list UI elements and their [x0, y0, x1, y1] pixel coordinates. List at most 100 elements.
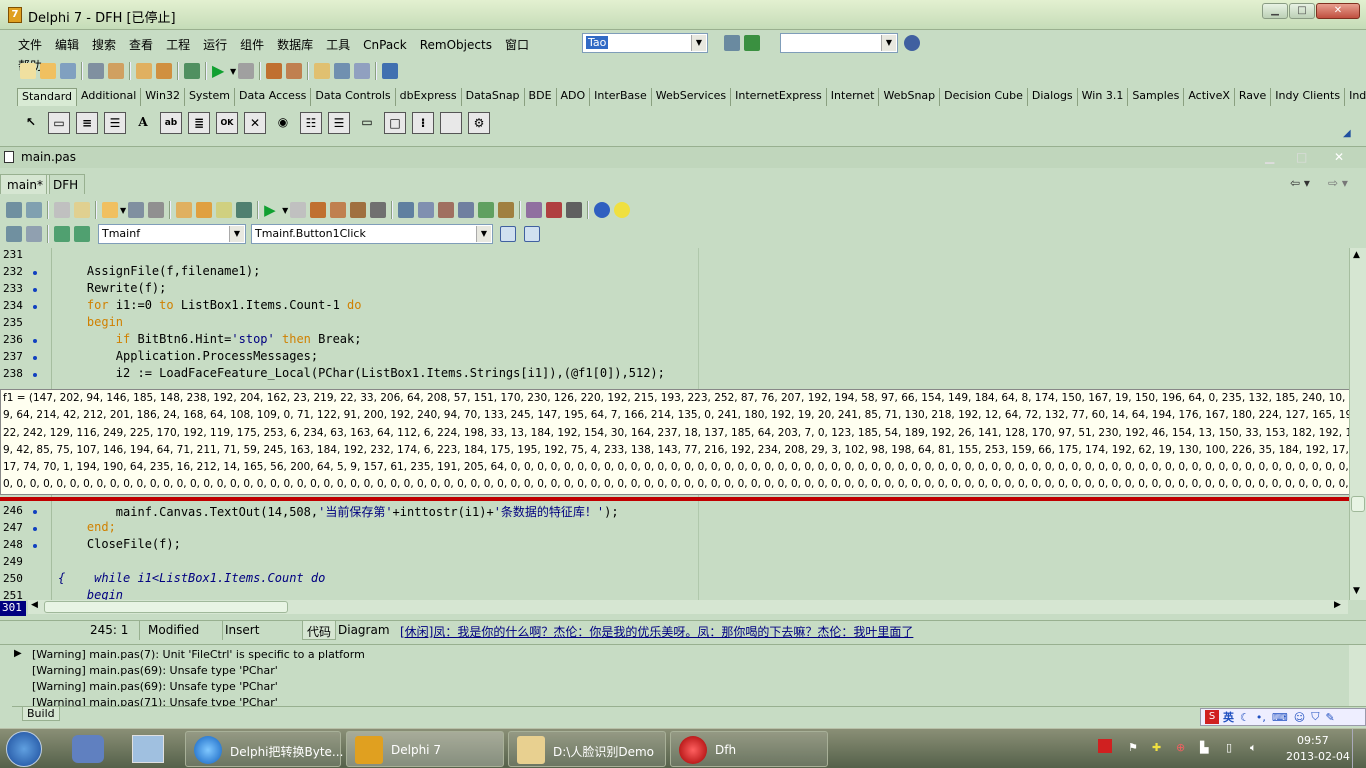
tab-internet[interactable]: Internet — [827, 88, 880, 106]
sogou-tray-icon[interactable] — [1098, 739, 1112, 753]
cnpack-tool6-icon[interactable] — [498, 202, 515, 218]
forward-arrow-icon[interactable]: ⇨ ▾ — [1328, 176, 1348, 190]
groupbox-icon[interactable]: □ — [384, 112, 406, 134]
cnpack-tool7-icon[interactable] — [526, 202, 543, 218]
chevron-down-icon[interactable]: ▼ — [881, 35, 896, 51]
tab-websnap[interactable]: WebSnap — [879, 88, 941, 106]
toggle-form-icon[interactable] — [6, 202, 22, 218]
pinned-notepad-icon[interactable] — [132, 735, 164, 763]
run-icon[interactable]: ▶ — [212, 63, 228, 79]
set-debug-desktop-icon[interactable] — [744, 35, 760, 51]
tab-data-controls[interactable]: Data Controls — [311, 88, 396, 106]
tab-internetexpress[interactable]: InternetExpress — [731, 88, 827, 106]
tab-win32[interactable]: Win32 — [141, 88, 185, 106]
chevron-down-icon[interactable]: ▼ — [230, 67, 236, 76]
tab-dialogs[interactable]: Dialogs — [1028, 88, 1078, 106]
menu-window[interactable]: 窗口 — [497, 32, 534, 53]
panel-icon[interactable] — [440, 112, 462, 134]
shirt-icon[interactable]: ⛉ — [1311, 710, 1319, 724]
keyboard-icon[interactable]: ⌨ — [1272, 711, 1288, 724]
radiobutton-icon[interactable]: ◉ — [272, 112, 294, 134]
step-over-icon[interactable] — [286, 63, 303, 79]
menu-run[interactable]: 运行 — [195, 32, 232, 53]
chevron-down-icon[interactable]: ▼ — [120, 206, 126, 215]
lightbulb-icon[interactable] — [614, 202, 631, 218]
chevron-down-icon[interactable]: ▼ — [282, 206, 288, 215]
run-to-cursor-icon[interactable] — [350, 202, 367, 218]
scroll-up-icon[interactable]: ▲ — [1353, 250, 1360, 260]
mainmenu-icon[interactable]: ≡ — [76, 112, 98, 134]
tray-icon-3[interactable]: ⊕ — [1176, 741, 1185, 754]
new-icon[interactable] — [20, 63, 36, 79]
trace-into-icon[interactable] — [266, 63, 283, 79]
message-line[interactable]: [Warning] main.pas(69): Unsafe type 'PCh… — [32, 664, 278, 677]
menu-component[interactable]: 组件 — [232, 32, 269, 53]
save-desktop-icon[interactable] — [724, 35, 740, 51]
network-icon[interactable]: ▙ — [1200, 741, 1208, 754]
message-line[interactable]: [Warning] main.pas(7): Unit 'FileCtrl' i… — [32, 648, 365, 661]
help-contents-icon[interactable] — [184, 63, 200, 79]
resize-grip-icon[interactable]: ◢ — [1343, 128, 1351, 139]
cnpack-tool2-icon[interactable] — [418, 202, 435, 218]
tab-data-access[interactable]: Data Access — [235, 88, 312, 106]
cnpack-tool5-icon[interactable] — [478, 202, 495, 218]
step-icon[interactable] — [310, 202, 327, 218]
tray-icon-2[interactable]: ✚ — [1152, 741, 1161, 754]
menu-tools[interactable]: 工具 — [318, 32, 355, 53]
news-ticker-link[interactable]: [休闲]凤：我是你的什么啊？杰伦：你是我的优乐美呀。凤：那你喝的下去嘛？杰伦：我… — [400, 623, 913, 640]
combobox-icon[interactable]: ☰ — [328, 112, 350, 134]
class-browser-icon[interactable] — [6, 226, 22, 242]
tab-win31[interactable]: Win 3.1 — [1078, 88, 1129, 106]
skin-icon[interactable]: ☺ — [1294, 711, 1305, 724]
scroll-thumb[interactable] — [1351, 496, 1365, 512]
horizontal-scrollbar[interactable]: ◀ ▶ — [28, 600, 1348, 614]
pause-icon[interactable] — [238, 63, 255, 79]
cnpack-tool8-icon[interactable] — [546, 202, 563, 218]
settings-icon[interactable] — [566, 202, 583, 218]
cnpack-tool4-icon[interactable] — [458, 202, 475, 218]
maximize-button[interactable]: □ — [1289, 3, 1315, 19]
clock-time[interactable]: 09:57 — [1297, 734, 1329, 747]
frame-icon[interactable]: ▭ — [48, 112, 70, 134]
battery-icon[interactable]: ▯ — [1226, 741, 1232, 754]
tools-icon[interactable] — [236, 202, 253, 218]
cnpack-tool3-icon[interactable] — [438, 202, 455, 218]
messages-scrollbar[interactable] — [1349, 645, 1366, 707]
tab-diagram[interactable]: Diagram — [338, 623, 390, 637]
listbox-icon[interactable]: ☷ — [300, 112, 322, 134]
tab-dbexpress[interactable]: dbExpress — [396, 88, 462, 106]
remove-file-icon[interactable] — [156, 63, 172, 79]
open-item-icon[interactable] — [74, 202, 90, 218]
new-item-icon[interactable] — [54, 202, 70, 218]
tab-build[interactable]: Build — [22, 707, 60, 721]
tab-interbase[interactable]: InterBase — [590, 88, 652, 106]
label-icon[interactable]: A — [132, 112, 154, 134]
vertical-scrollbar[interactable]: ▲ ▼ — [1349, 248, 1366, 600]
menu-database[interactable]: 数据库 — [269, 32, 318, 53]
view-units-icon[interactable] — [26, 202, 42, 218]
tray-icon-1[interactable]: ⚑ — [1128, 741, 1138, 754]
moon-icon[interactable]: ☾ — [1240, 711, 1250, 724]
scroll-down-icon[interactable]: ▼ — [1353, 586, 1360, 596]
menu-cnpack[interactable]: CnPack — [355, 34, 412, 52]
wrench-icon[interactable]: ✎ — [1325, 711, 1334, 724]
editor-close-button[interactable]: ✕ — [1334, 150, 1344, 164]
breakpoint-icon[interactable] — [290, 202, 307, 218]
volume-icon[interactable]: 🔈︎ — [1250, 741, 1257, 755]
popupmenu-icon[interactable]: ☰ — [104, 112, 126, 134]
expand-arrow-icon[interactable]: ▶ — [14, 648, 22, 659]
toggle-form-unit-icon[interactable] — [354, 63, 371, 79]
tab-main[interactable]: main* — [0, 174, 50, 194]
view-form-icon[interactable] — [334, 63, 351, 79]
memo-icon[interactable]: ≣ — [188, 112, 210, 134]
chevron-down-icon[interactable]: ▼ — [691, 35, 706, 51]
menu-file[interactable]: 文件 — [10, 32, 47, 53]
save-all-icon[interactable] — [88, 63, 104, 79]
tab-dfh[interactable]: DFH — [46, 174, 86, 194]
pinned-app-icon[interactable] — [72, 735, 104, 763]
show-desktop-button[interactable] — [1352, 729, 1366, 768]
tab-datasnap[interactable]: DataSnap — [462, 88, 525, 106]
menu-remobjects[interactable]: RemObjects — [412, 34, 497, 52]
checklist-icon[interactable] — [216, 202, 233, 218]
tab-bde[interactable]: BDE — [525, 88, 557, 106]
